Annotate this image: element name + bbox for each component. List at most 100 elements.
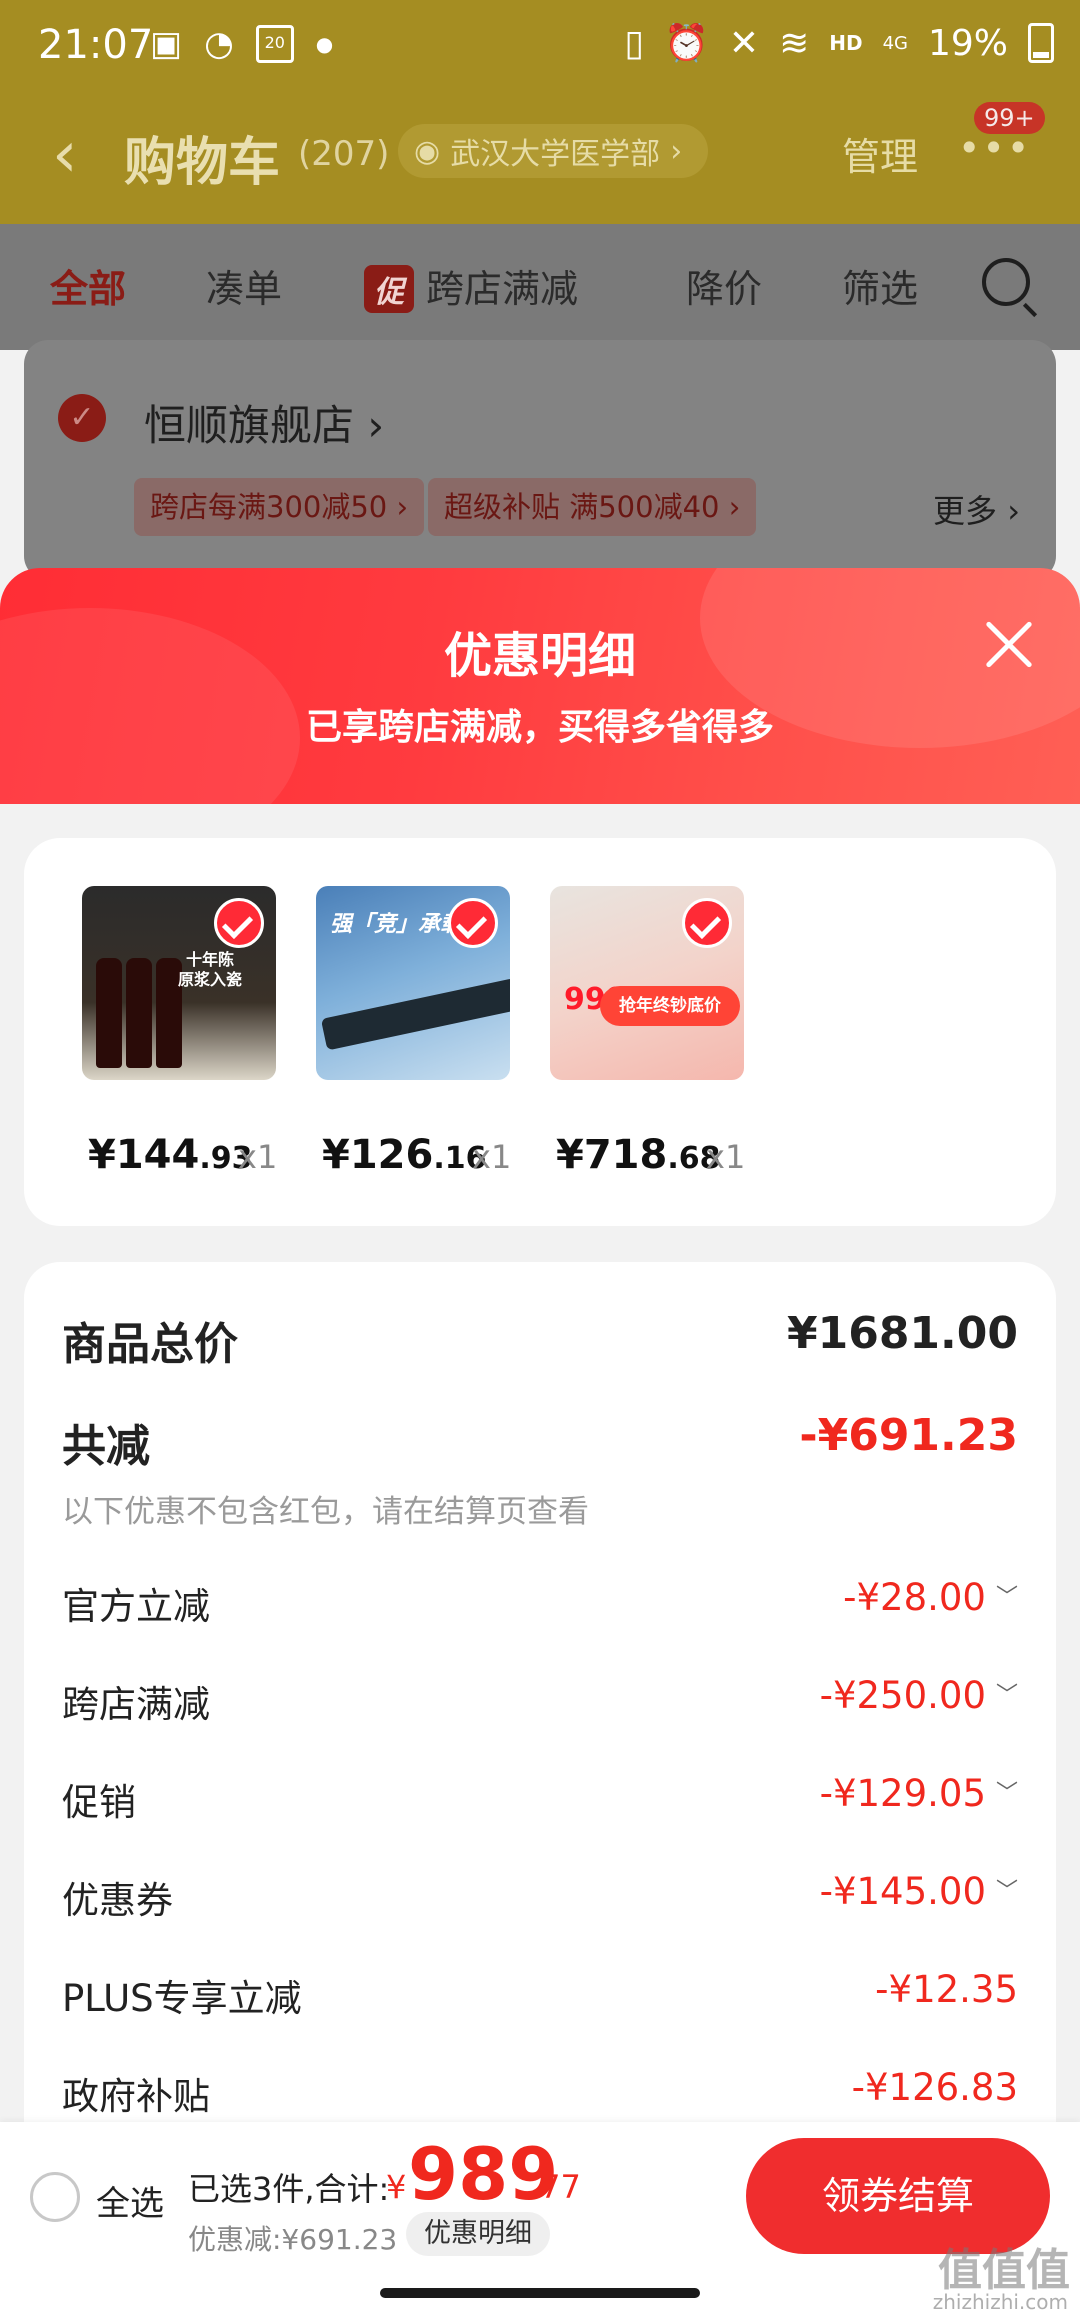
goods-total-value: ¥1681.00 (786, 1308, 1018, 1359)
discount-value: -¥145.00 ﹀ (819, 1870, 1018, 1913)
product-item[interactable]: 十年陈 原浆入瓷 ¥144.93 x1 (82, 886, 277, 1178)
battery-percent: 19% (927, 22, 1008, 64)
thumb-label: 十年陈 原浆入瓷 (178, 950, 243, 989)
dot-icon: ● (315, 32, 334, 56)
selected-check-icon (682, 898, 732, 948)
clock: 21:07 (38, 22, 154, 68)
watermark-logo: 值值值 (938, 2245, 1070, 2296)
discount-value: -¥129.05 ﹀ (819, 1772, 1018, 1815)
discount-sheet-header: 优惠明细 已享跨店满减，买得多省得多 (0, 568, 1080, 804)
product-price: ¥718.68 (556, 1132, 721, 1178)
tab-price-drop[interactable]: 降价 (686, 258, 762, 313)
discount-label: 官方立减 (62, 1585, 210, 1628)
tab-all[interactable]: 全部 (50, 258, 126, 313)
discount-value: -¥126.83 (851, 2066, 1018, 2109)
product-thumbnail-lamp: 999 抢年终钞底价 (550, 886, 744, 1080)
total-discount-value: -¥691.23 (799, 1410, 1018, 1461)
battery-saver-icon: ▯ (624, 22, 645, 64)
discount-label: 优惠券 (62, 1879, 173, 1922)
search-icon[interactable] (982, 258, 1030, 306)
home-indicator[interactable] (380, 2288, 700, 2298)
tab-bundle[interactable]: 凑单 (206, 258, 282, 313)
product-thumbnail-vinegar: 十年陈 原浆入瓷 (82, 886, 276, 1080)
price-summary: 商品总价 ¥1681.00 共减 -¥691.23 以下优惠不包含红包，请在结算… (24, 1262, 1056, 2182)
product-item[interactable]: 999 抢年终钞底价 ¥718.68 x1 (550, 886, 745, 1178)
product-thumbnail-power-strip: 强「竞」承载 (316, 886, 510, 1080)
product-qty: x1 (238, 1138, 278, 1176)
calendar-icon: 20 (255, 25, 294, 63)
eye-icon: ◉ (414, 133, 441, 169)
location-selector[interactable]: ◉ 武汉大学医学部 › (398, 124, 709, 178)
sheet-title: 优惠明细 (443, 628, 636, 684)
battery-icon (1028, 23, 1054, 63)
tab-filter[interactable]: 筛选 (842, 258, 918, 313)
product-qty: x1 (472, 1138, 512, 1176)
notification-icons: ▣ ◔ 20 ● (150, 24, 333, 64)
wechat-icon: ◔ (204, 24, 234, 64)
back-chevron-icon[interactable]: ‹ (52, 118, 78, 192)
alarm-icon: ⏰ (664, 23, 709, 64)
selected-check-icon (448, 898, 498, 948)
product-price: ¥126.16 (322, 1132, 487, 1178)
hd-label: HD (829, 31, 863, 55)
bottle-shape (126, 958, 152, 1068)
selected-products: 十年陈 原浆入瓷 ¥144.93 x1 强「竞」承载 ¥126.16 x1 99… (24, 838, 1056, 1226)
wifi-icon: ≋ (779, 22, 810, 64)
chevron-down-icon: ﹀ (995, 1683, 1018, 1708)
store-check-icon[interactable]: ✓ (58, 394, 106, 442)
thumb-label: 抢年终钞底价 (600, 986, 740, 1026)
sheet-subtitle: 已享跨店满减，买得多省得多 (305, 707, 774, 748)
discount-label: 政府补贴 (62, 2075, 210, 2118)
discount-label: PLUS专享立减 (62, 1977, 302, 2020)
total-cents: .77 (530, 2168, 581, 2206)
discount-note: 以下优惠不包含红包，请在结算页查看 (62, 1494, 589, 1530)
goods-total-label: 商品总价 (62, 1319, 238, 1370)
thumb-label: 强「竞」承载 (330, 912, 463, 937)
chevron-down-icon: ﹀ (995, 1879, 1018, 1904)
product-price: ¥144.93 (88, 1132, 253, 1178)
tab-cross-store-label: 跨店满减 (426, 267, 579, 311)
location-label: 武汉大学医学部 (450, 137, 661, 172)
signal-label: 4G (882, 32, 908, 54)
discount-value: -¥250.00 ﹀ (819, 1674, 1018, 1717)
product-qty: x1 (706, 1138, 746, 1176)
bottle-shape (96, 958, 122, 1068)
product-item[interactable]: 强「竞」承载 ¥126.16 x1 (316, 886, 511, 1178)
chevron-down-icon: ﹀ (995, 1781, 1018, 1806)
store-more-link[interactable]: 更多 › (933, 486, 1020, 532)
promo-chip-subsidy[interactable]: 超级补贴 满500减40 › (428, 478, 757, 536)
watermark-site: zhizhizhi.com (932, 2290, 1068, 2314)
cart-navbar: ‹ 购物车 (207) ◉ 武汉大学医学部 › 管理 ••• 99+ (0, 100, 1080, 224)
discount-label: 促销 (62, 1781, 136, 1824)
gallery-icon: ▣ (150, 24, 183, 64)
select-all-radio[interactable] (30, 2172, 80, 2222)
chevron-right-icon: › (670, 133, 683, 169)
chevron-down-icon: ﹀ (995, 1585, 1018, 1610)
selected-check-icon (214, 898, 264, 948)
discount-label: 跨店满减 (62, 1683, 210, 1726)
selected-count: 已选3件,合计: (188, 2170, 390, 2208)
checkout-bar: 全选 已选3件,合计: ¥ 989 .77 优惠减:¥691.23 优惠明细 领… (0, 2122, 1080, 2274)
discount-detail-button[interactable]: 优惠明细 (406, 2212, 550, 2256)
store-card: ✓ 恒顺旗舰店 › 跨店每满300减50 › 超级补贴 满500减40 › 更多… (24, 340, 1056, 580)
discount-value: -¥28.00 ﹀ (843, 1576, 1018, 1619)
page-title: 购物车 (124, 133, 281, 193)
manage-button[interactable]: 管理 (842, 126, 918, 181)
filter-tabs: 全部 凑单 促跨店满减 降价 筛选 (0, 224, 1080, 350)
select-all-label[interactable]: 全选 (96, 2176, 164, 2225)
close-icon[interactable] (982, 618, 1036, 672)
store-name[interactable]: 恒顺旗舰店 › (144, 392, 384, 453)
system-icons: ▯ ⏰ ✕ ≋ HD 4G 19% (624, 22, 1054, 64)
total-currency: ¥ (386, 2168, 407, 2206)
message-badge: 99+ (974, 102, 1045, 134)
tab-cross-store[interactable]: 促跨店满减 (364, 258, 578, 313)
total-discount-label: 共减 (62, 1421, 150, 1472)
cart-count: (207) (298, 134, 390, 174)
strip-shape (320, 977, 510, 1051)
status-bar: 21:07 ▣ ◔ 20 ● ▯ ⏰ ✕ ≋ HD 4G 19% (0, 0, 1080, 100)
saved-amount: 优惠减:¥691.23 (188, 2223, 398, 2256)
promo-tag: 促 (364, 265, 414, 313)
promo-chip-cross-store[interactable]: 跨店每满300减50 › (134, 478, 425, 536)
discount-value: -¥12.35 (875, 1968, 1018, 2011)
mute-icon: ✕ (728, 22, 760, 64)
